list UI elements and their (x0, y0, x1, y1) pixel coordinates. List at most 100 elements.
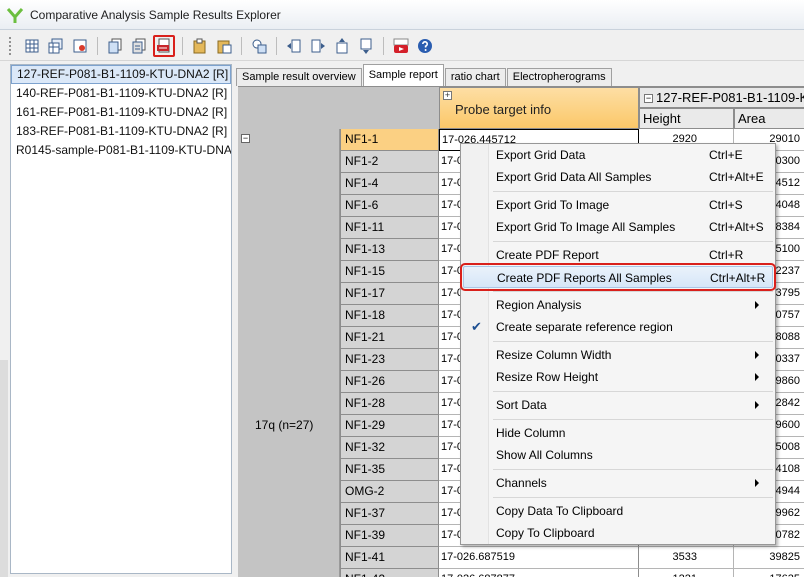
menu-item-sort-data[interactable]: Sort Data (463, 394, 773, 416)
probe-cell[interactable]: NF1-37 (340, 503, 439, 525)
area-cell[interactable]: 17635 (734, 569, 804, 577)
collapse-group-icon[interactable]: − (241, 134, 250, 143)
target-cell[interactable]: 17-026.687877 (439, 569, 639, 577)
copy-button[interactable] (105, 36, 125, 56)
menu-item-export-grid-data-all-samples[interactable]: Export Grid Data All Samples Ctrl+Alt+E (463, 166, 773, 188)
sample-list-item[interactable]: R0145-sample-P081-B1-1109-KTU-DNA (11, 141, 231, 160)
toolbar-separator (276, 36, 277, 55)
sample-list-item[interactable]: 183-REF-P081-B1-1109-KTU-DNA2 [R] (11, 122, 231, 141)
probe-target-info-header[interactable]: + Probe target info (439, 87, 639, 129)
menu-item-create-pdf-reports-all-samples[interactable]: Create PDF Reports All Samples Ctrl+Alt+… (460, 263, 776, 291)
menu-item-resize-column-width[interactable]: Resize Column Width (463, 344, 773, 366)
menu-item-export-grid-to-image[interactable]: Export Grid To Image Ctrl+S (463, 194, 773, 216)
row-up-icon (336, 37, 348, 53)
menu-item-resize-row-height[interactable]: Resize Row Height (463, 366, 773, 388)
sample-column-header-label: 127-REF-P081-B1-1109-K (656, 90, 804, 105)
probe-cell[interactable]: NF1-35 (340, 459, 439, 481)
menu-item-label: Channels (496, 476, 547, 490)
submenu-arrow-icon (755, 373, 759, 381)
sample-list-item[interactable]: 140-REF-P081-B1-1109-KTU-DNA2 [R] (11, 84, 231, 103)
column-right-icon (311, 39, 325, 52)
probe-cell[interactable]: NF1-29 (340, 415, 439, 437)
area-cell[interactable]: 39825 (734, 547, 804, 569)
menu-item-region-analysis[interactable]: Region Analysis (463, 294, 773, 316)
probe-cell[interactable]: NF1-21 (340, 327, 439, 349)
menu-item-shortcut: Ctrl+Alt+R (710, 271, 766, 285)
menu-item-shortcut: Ctrl+Alt+E (709, 170, 764, 184)
tab-sample-result-overview[interactable]: Sample result overview (236, 68, 362, 86)
probe-cell[interactable]: NF1-6 (340, 195, 439, 217)
youtube-button[interactable] (391, 36, 411, 56)
sample-list-item[interactable]: 127-REF-P081-B1-1109-KTU-DNA2 [R] (11, 65, 231, 84)
table-row[interactable]: NF1-41 17-026.687519 3533 39825 (340, 547, 804, 569)
menu-item-channels[interactable]: Channels (463, 472, 773, 494)
paste-all-button[interactable] (214, 36, 234, 56)
probe-cell[interactable]: NF1-17 (340, 283, 439, 305)
probe-cell[interactable]: NF1-42 (340, 569, 439, 577)
probe-cell[interactable]: NF1-4 (340, 173, 439, 195)
submenu-arrow-icon (755, 301, 759, 309)
title-bar: Comparative Analysis Sample Results Expl… (0, 0, 804, 30)
probe-cell[interactable]: NF1-39 (340, 525, 439, 547)
move-row-down-button[interactable] (356, 36, 376, 56)
menu-item-export-grid-to-image-all-samples[interactable]: Export Grid To Image All Samples Ctrl+Al… (463, 216, 773, 238)
app-window: Comparative Analysis Sample Results Expl… (0, 0, 804, 577)
export-grid-data-button[interactable] (22, 36, 42, 56)
help-button[interactable] (415, 36, 435, 56)
probe-cell[interactable]: NF1-23 (340, 349, 439, 371)
paste-button[interactable] (190, 36, 210, 56)
menu-item-copy-to-clipboard[interactable]: Copy To Clipboard (463, 522, 773, 544)
move-row-up-button[interactable] (332, 36, 352, 56)
move-column-left-button[interactable] (284, 36, 304, 56)
row-down-icon (360, 38, 372, 54)
probe-cell[interactable]: NF1-18 (340, 305, 439, 327)
table-row[interactable]: NF1-4217-026.687877122117635 (340, 569, 804, 577)
create-pdf-reports-button[interactable] (153, 34, 175, 57)
height-cell[interactable]: 1221 (639, 569, 734, 577)
height-cell[interactable]: 3533 (639, 547, 734, 569)
export-grid-image-button[interactable] (70, 36, 90, 56)
menu-item-label: Export Grid Data All Samples (496, 170, 652, 184)
probe-cell[interactable]: NF1-26 (340, 371, 439, 393)
target-cell[interactable]: 17-026.687519 (439, 547, 639, 569)
sample-list-item[interactable]: 161-REF-P081-B1-1109-KTU-DNA2 [R] (11, 103, 231, 122)
probe-cell[interactable]: NF1-28 (340, 393, 439, 415)
probe-cell[interactable]: NF1-1 (340, 129, 439, 151)
group-label: 17q (n=27) (255, 418, 314, 432)
sample-list[interactable]: 127-REF-P081-B1-1109-KTU-DNA2 [R] 140-RE… (10, 64, 232, 574)
menu-item-copy-data-to-clipboard[interactable]: Copy Data To Clipboard (463, 500, 773, 522)
expand-icon[interactable]: + (443, 91, 452, 100)
tab-electropherograms[interactable]: Electropherograms (506, 68, 612, 86)
sample-column-header[interactable]: −127-REF-P081-B1-1109-K (639, 87, 804, 108)
menu-item-hide-column[interactable]: Hide Column (463, 422, 773, 444)
help-icon (418, 38, 432, 53)
menu-item-label: Show All Columns (496, 448, 593, 462)
toolbar-grip[interactable] (8, 35, 12, 56)
reference-region-button[interactable] (249, 36, 269, 56)
collapse-icon[interactable]: − (644, 94, 653, 103)
probe-cell[interactable]: NF1-13 (340, 239, 439, 261)
group-cell: − 17q (n=27) (238, 129, 340, 577)
paste-all-icon (217, 40, 232, 53)
reference-region-icon (252, 39, 267, 53)
probe-cell[interactable]: NF1-41 (340, 547, 439, 569)
column-header-area[interactable]: Area (734, 108, 804, 129)
menu-item-create-pdf-report[interactable]: Create PDF Report Ctrl+R (463, 244, 773, 266)
move-column-right-button[interactable] (308, 36, 328, 56)
probe-cell[interactable]: NF1-32 (340, 437, 439, 459)
probe-cell[interactable]: NF1-2 (340, 151, 439, 173)
menu-item-create-separate-reference-region[interactable]: ✔ Create separate reference region (463, 316, 773, 338)
probe-cell[interactable]: NF1-15 (340, 261, 439, 283)
tab-ratio-chart[interactable]: ratio chart (444, 68, 506, 86)
tab-sample-report[interactable]: Sample report (362, 64, 444, 86)
copy-all-button[interactable] (129, 36, 149, 56)
grid-export-all-icon (48, 38, 63, 53)
menu-item-show-all-columns[interactable]: Show All Columns (463, 444, 773, 466)
menu-separator (493, 341, 773, 342)
toolbar (0, 31, 804, 61)
menu-item-export-grid-data[interactable]: Export Grid Data Ctrl+E (463, 144, 773, 166)
probe-cell[interactable]: NF1-11 (340, 217, 439, 239)
column-header-height[interactable]: Height (639, 108, 734, 129)
probe-cell[interactable]: OMG-2 (340, 481, 439, 503)
export-grid-data-all-button[interactable] (46, 36, 66, 56)
